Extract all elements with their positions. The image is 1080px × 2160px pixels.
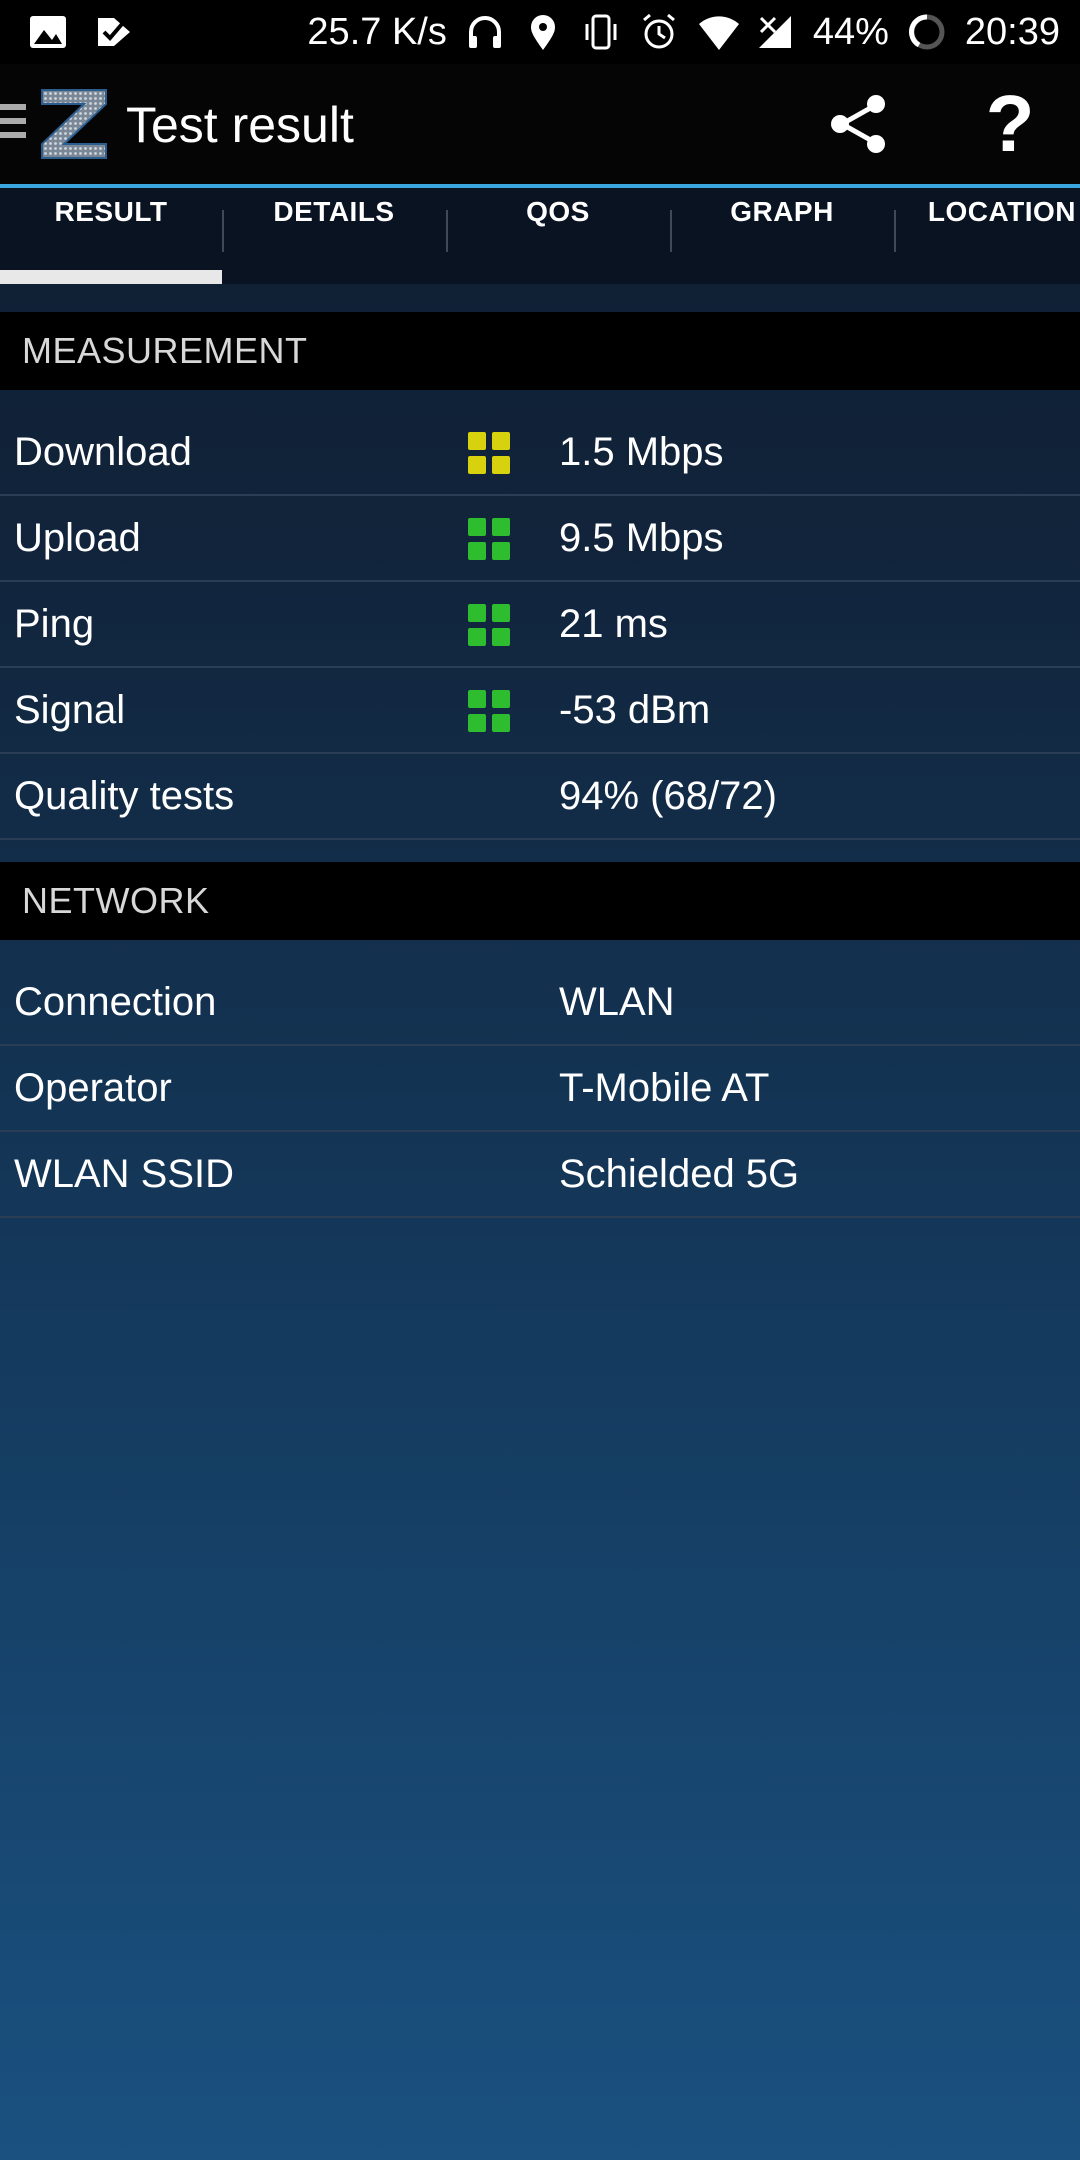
network-row-wlan-ssid: WLAN SSID Schielded 5G — [0, 1132, 1080, 1218]
quality-yellow-icon — [468, 432, 510, 474]
measurement-header: MEASUREMENT — [0, 312, 1080, 390]
quality-green-icon — [468, 518, 510, 560]
tab-bar: RESULT DETAILS QOS GRAPH LOCATION — [0, 188, 1080, 284]
help-button[interactable]: ? — [980, 82, 1040, 166]
status-left-icons — [28, 12, 134, 52]
row-label: WLAN SSID — [14, 1152, 235, 1196]
wifi-icon — [697, 12, 739, 52]
row-value: Schielded 5G — [559, 1152, 800, 1196]
row-value: 21 ms — [559, 602, 668, 646]
row-label: Quality tests — [14, 774, 235, 818]
row-label: Upload — [14, 516, 141, 560]
network-row-connection: Connection WLAN — [0, 960, 1080, 1046]
active-tab-indicator — [0, 270, 222, 284]
no-signal-icon — [755, 12, 795, 52]
alarm-icon — [639, 12, 679, 52]
battery-percent: 44% — [812, 10, 889, 53]
checkmark-app-icon — [94, 12, 134, 52]
measurement-row-download: Download 1.5 Mbps — [0, 410, 1080, 496]
menu-icon[interactable] — [0, 104, 26, 146]
share-icon[interactable] — [826, 92, 890, 156]
tab-details[interactable]: DETAILS — [223, 188, 445, 284]
row-value: WLAN — [559, 980, 675, 1024]
app-bar: Test result ? — [0, 64, 1080, 188]
vibrate-icon — [581, 12, 621, 52]
measurement-row-upload: Upload 9.5 Mbps — [0, 496, 1080, 582]
network-row-operator: Operator T-Mobile AT — [0, 1046, 1080, 1132]
clock-time: 20:39 — [964, 10, 1060, 53]
battery-ring-icon — [907, 12, 947, 52]
status-bar: 25.7 K/s 44% 20:39 — [0, 0, 1080, 64]
row-label: Download — [14, 430, 192, 474]
tab-graph[interactable]: GRAPH — [671, 188, 893, 284]
measurement-row-signal: Signal -53 dBm — [0, 668, 1080, 754]
network-header: NETWORK — [0, 862, 1080, 940]
image-icon — [28, 12, 68, 52]
row-label: Operator — [14, 1066, 172, 1110]
row-value: 9.5 Mbps — [559, 516, 724, 560]
location-icon — [523, 12, 563, 52]
app-logo-icon — [38, 86, 110, 162]
quality-green-icon — [468, 604, 510, 646]
row-value: 94% (68/72) — [559, 774, 777, 818]
row-value: -53 dBm — [559, 688, 711, 732]
quality-green-icon — [468, 690, 510, 732]
row-value: T-Mobile AT — [559, 1066, 770, 1110]
tab-qos[interactable]: QOS — [447, 188, 669, 284]
row-value: 1.5 Mbps — [559, 430, 724, 474]
measurement-row-ping: Ping 21 ms — [0, 582, 1080, 668]
measurement-row-quality-tests: Quality tests 94% (68/72) — [0, 754, 1080, 840]
status-right: 25.7 K/s 44% 20:39 — [307, 0, 1060, 64]
network-speed: 25.7 K/s — [307, 10, 447, 53]
row-label: Signal — [14, 688, 126, 732]
headphones-icon — [465, 12, 505, 52]
row-label: Connection — [14, 980, 217, 1024]
page-title: Test result — [126, 97, 354, 153]
tab-location[interactable]: LOCATION — [895, 188, 1080, 284]
row-label: Ping — [14, 602, 95, 646]
